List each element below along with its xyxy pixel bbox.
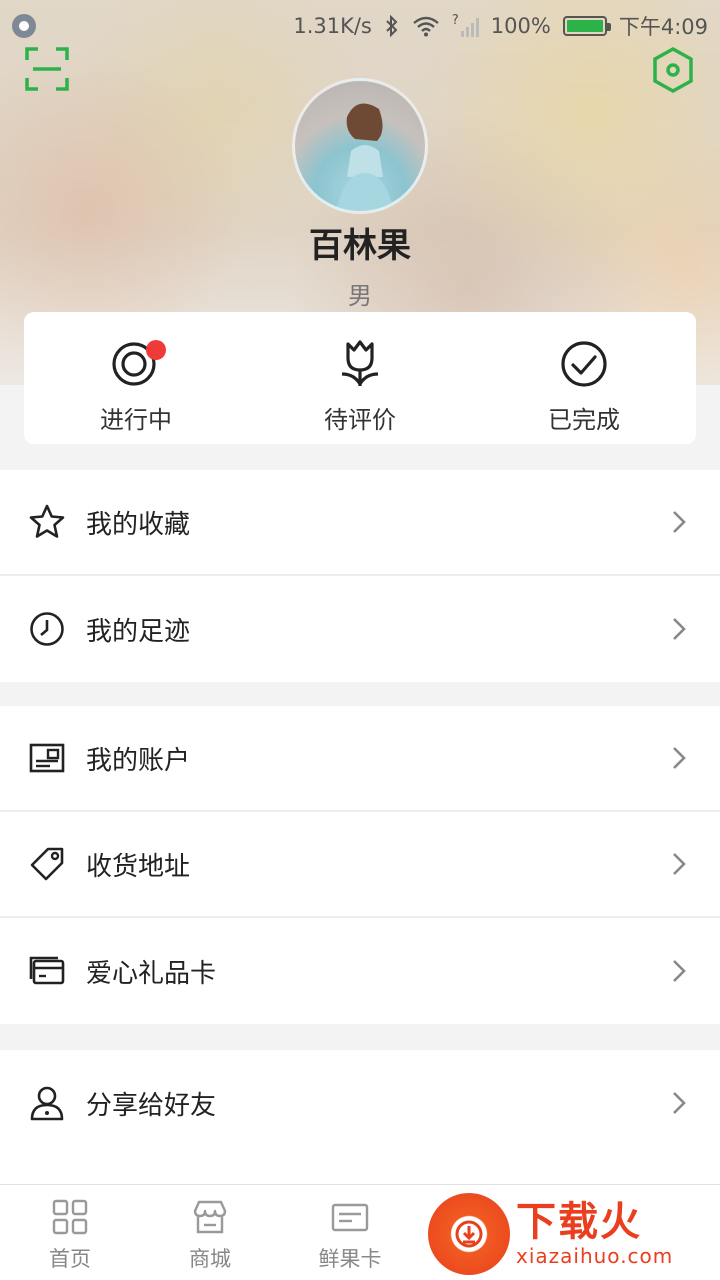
scan-icon[interactable] (24, 46, 70, 92)
watermark-logo: 下载火 xiazaihuo.com (428, 1188, 720, 1280)
menu-group-collections: 我的收藏 我的足迹 (0, 470, 720, 682)
menu-item-label: 我的收藏 (86, 509, 191, 540)
watermark-domain: xiazaihuo.com (516, 1244, 674, 1268)
battery-percent: 100% (490, 14, 551, 38)
chevron-right-icon (673, 960, 686, 982)
order-completed-label: 已完成 (548, 406, 620, 434)
menu-item-label: 我的账户 (86, 745, 191, 776)
menu-group-share: 分享给好友 (0, 1050, 720, 1184)
tab-mall-label: 商城 (189, 1247, 231, 1271)
star-icon (29, 504, 65, 538)
clock-time: 下午4:09 (618, 15, 708, 39)
user-gender: 男 (348, 282, 372, 310)
order-to-review[interactable]: 待评价 (248, 312, 472, 444)
menu-item-gift-card[interactable]: 爱心礼品卡 (0, 918, 720, 1024)
menu-item-label: 爱心礼品卡 (86, 958, 217, 989)
menu-item-label: 分享给好友 (86, 1090, 217, 1121)
network-speed: 1.31K/s (293, 14, 372, 38)
menu-item-account[interactable]: 我的账户 (0, 706, 720, 812)
tab-home[interactable]: 首页 (0, 1185, 140, 1280)
wifi-icon (413, 16, 439, 37)
tulip-icon (341, 340, 379, 386)
chevron-right-icon (673, 1092, 686, 1114)
notification-badge (146, 340, 166, 360)
chevron-right-icon (673, 618, 686, 640)
menu-item-address[interactable]: 收货地址 (0, 812, 720, 918)
menu-item-label: 收货地址 (86, 851, 191, 882)
menu-group-account: 我的账户 收货地址 爱心礼品卡 (0, 706, 720, 1024)
battery-icon (562, 16, 611, 36)
notification-app-icon (12, 14, 36, 38)
clock-icon (30, 612, 64, 646)
tag-icon (30, 847, 64, 881)
avatar-photo (336, 103, 394, 211)
card-outline-icon (331, 1203, 369, 1232)
menu-item-history[interactable]: 我的足迹 (0, 576, 720, 682)
cell-signal-icon: ? (451, 13, 479, 37)
user-name: 百林果 (309, 226, 411, 266)
no-sim-mark: ? (451, 13, 459, 28)
menu-item-favorites[interactable]: 我的收藏 (0, 470, 720, 576)
order-status-card: 进行中 待评价 已完成 (24, 312, 696, 444)
menu-item-share[interactable]: 分享给好友 (0, 1050, 720, 1156)
id-card-icon (29, 743, 65, 773)
watermark-name: 下载火 (516, 1199, 642, 1245)
flame-download-icon (428, 1193, 510, 1275)
battery-level-fill (566, 20, 603, 32)
order-to-review-label: 待评价 (324, 406, 396, 434)
check-circle-icon (561, 341, 607, 387)
order-in-progress-label: 进行中 (100, 406, 172, 434)
chevron-right-icon (673, 511, 686, 533)
order-in-progress[interactable]: 进行中 (24, 312, 248, 444)
tab-fruit-card-label: 鲜果卡 (318, 1247, 382, 1271)
avatar[interactable] (292, 78, 428, 214)
person-icon (30, 1086, 64, 1121)
tab-mall[interactable]: 商城 (140, 1185, 280, 1280)
menu-item-label: 我的足迹 (86, 616, 191, 647)
card-icon (29, 956, 65, 985)
store-icon (193, 1200, 227, 1234)
chevron-right-icon (673, 853, 686, 875)
order-completed[interactable]: 已完成 (472, 312, 696, 444)
bluetooth-icon (386, 15, 398, 37)
grid-icon (52, 1199, 88, 1235)
settings-icon[interactable] (650, 46, 696, 94)
chevron-right-icon (673, 747, 686, 769)
tab-fruit-card[interactable]: 鲜果卡 (280, 1185, 420, 1280)
status-bar: 1.31K/s ? 100% 下午4:09 (0, 0, 720, 52)
tab-home-label: 首页 (49, 1247, 91, 1271)
